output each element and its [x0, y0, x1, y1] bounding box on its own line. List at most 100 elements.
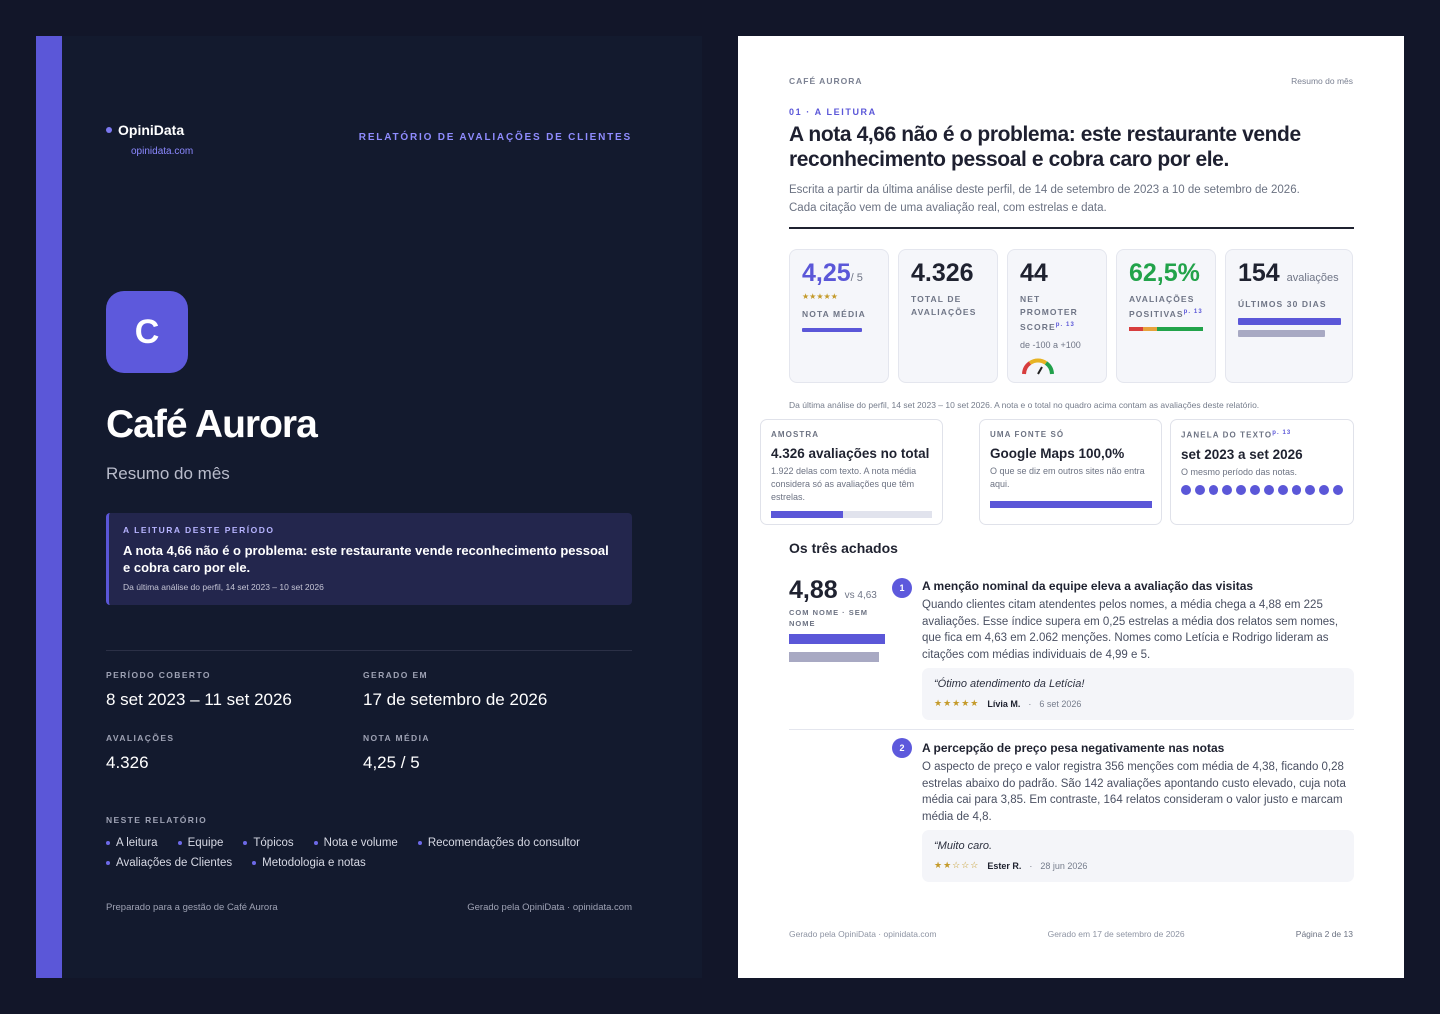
source-google: UMA FONTE SÓ Google Maps 100,0% O que se d…	[979, 419, 1162, 525]
business-logo: C	[106, 291, 188, 373]
reading-text: A nota 4,66 não é o problema: este resta…	[123, 543, 609, 575]
page-header: CAFÉ AURORA Resumo do mês	[789, 76, 1353, 86]
brand-url[interactable]: opinidata.com	[131, 146, 193, 157]
in-report-item[interactable]: A leitura	[106, 837, 158, 849]
kpi-note: Da última análise do perfil, 14 set 2023…	[789, 400, 1260, 410]
source-bar	[990, 501, 1152, 508]
source-kicker: UMA FONTE SÓ	[990, 430, 1065, 439]
page-rule	[789, 227, 1354, 229]
in-report-item[interactable]: Nota e volume	[314, 837, 398, 849]
kpi-label: TOTAL DE AVALIAÇÕES	[911, 294, 977, 317]
quote-author: Lívia M.	[987, 698, 1021, 709]
kpi-value: 4,25	[802, 259, 851, 287]
page-footer: Gerado pela OpiniData · opinidata.com Ger…	[789, 929, 1353, 939]
finding-value: 4,88	[789, 576, 838, 604]
cover-footer-left: Preparado para a gestão de Café Aurora	[106, 902, 278, 913]
finding-number-badge: 1	[892, 578, 912, 598]
source-heading: set 2023 a set 2026	[1181, 446, 1303, 462]
stat-value: 8 set 2023 – 11 set 2026	[106, 690, 292, 709]
cover-title: Café Aurora	[106, 403, 318, 446]
stat-value: 17 de setembro de 2026	[363, 690, 548, 709]
stat-period: PERÍODO COBERTO 8 set 2023 – 11 set 2026	[106, 670, 292, 710]
sentiment-bar	[1129, 326, 1203, 331]
page-header-left: CAFÉ AURORA	[789, 76, 863, 86]
in-report-item[interactable]: Recomendações do consultor	[418, 837, 580, 849]
stat-value: 4,25 / 5	[363, 753, 420, 772]
reading-kicker: A LEITURA DESTE PERÍODO	[123, 525, 275, 535]
page-title: A nota 4,66 não é o problema: este resta…	[789, 123, 1301, 171]
stat-generated: GERADO EM 17 de setembro de 2026	[363, 670, 547, 710]
page-number: Página 2 de 13	[1295, 929, 1353, 939]
kpi-bar	[802, 328, 862, 332]
stat-label: PERÍODO COBERTO	[106, 670, 211, 680]
source-heading: Google Maps 100,0%	[990, 446, 1125, 461]
cover-footer: Preparado para a gestão de Café Aurora Ge…	[106, 902, 632, 913]
stat-label: AVALIAÇÕES	[106, 733, 175, 743]
kpi-value: 44	[1020, 259, 1048, 287]
kpi-label: NOTA MÉDIA	[802, 309, 866, 319]
reading-card: A LEITURA DESTE PERÍODO A nota 4,66 não …	[106, 513, 632, 605]
brand-dot-icon	[106, 127, 112, 133]
source-desc: 1.922 delas com texto. A nota média cons…	[771, 466, 917, 502]
cover-divider	[106, 650, 632, 651]
kpi-positive: 62,5% AVALIAÇÕES POSITIVASp. 13	[1116, 249, 1216, 383]
report-kicker: RELATÓRIO DE AVALIAÇÕES DE CLIENTES	[358, 132, 632, 143]
findings-title: Os três achados	[789, 540, 898, 556]
in-report-item[interactable]: Tópicos	[243, 837, 293, 849]
source-window: JANELA DO TEXTOp. 13 set 2023 a set 2026 O…	[1170, 419, 1354, 525]
finding-separator	[789, 729, 1354, 730]
named-bar	[789, 634, 885, 644]
cover-subtitle: Resumo do mês	[106, 464, 230, 483]
quote-text: “Ótimo atendimento da Letícia!	[934, 678, 1085, 690]
page-footer-mid: Gerado em 17 de setembro de 2026	[1047, 929, 1185, 939]
brand-name: OpiniData	[118, 122, 185, 138]
stat-average: NOTA MÉDIA 4,25 / 5	[363, 733, 430, 773]
page-lede: Escrita a partir da última análise deste…	[789, 184, 1300, 214]
kpi-average: 4,25/ 5 ★★★★★ NOTA MÉDIA	[789, 249, 889, 383]
reading-meta: Da última análise do perfil, 14 set 2023…	[123, 582, 324, 592]
kpi-nps: 44 NET PROMOTER SCOREp. 13 de -100 a +100	[1007, 249, 1107, 383]
finding-number-badge: 2	[892, 738, 912, 758]
in-report-item[interactable]: Metodologia e notas	[252, 857, 366, 869]
gauge-icon	[1022, 358, 1054, 375]
finding-vs: vs 4,63	[844, 590, 877, 601]
kpi-label: ÚLTIMOS 30 DIAS	[1238, 299, 1327, 309]
in-report-item[interactable]: Avaliações de Clientes	[106, 857, 232, 869]
kpi-value: 154	[1238, 259, 1280, 287]
month-dots	[1181, 484, 1343, 495]
in-report: NESTE RELATÓRIO A leitura Equipe Tópicos…	[106, 815, 632, 869]
quote-text: “Muito caro.	[934, 840, 993, 852]
in-report-item[interactable]: Equipe	[178, 837, 224, 849]
finding-text: O aspecto de preço e valor registra 356 …	[922, 761, 1346, 823]
in-report-kicker: NESTE RELATÓRIO	[106, 815, 208, 825]
kpi-suffix: avaliações	[1286, 272, 1339, 284]
cover-footer-right: Gerado pela OpiniData · opinidata.com	[467, 902, 632, 913]
stat-label: NOTA MÉDIA	[363, 733, 430, 743]
section-kicker: 01 · A LEITURA	[789, 107, 877, 117]
source-kicker: JANELA DO TEXTO	[1181, 430, 1273, 440]
cover-accent-bar	[36, 36, 62, 978]
kpi-total: 4.326 TOTAL DE AVALIAÇÕES	[898, 249, 998, 383]
source-heading: 4.326 avaliações no total	[771, 446, 930, 461]
finding-title: A menção nominal da equipe eleva a avali…	[922, 579, 1254, 593]
sample-bar	[771, 511, 932, 518]
unnamed-bar	[789, 652, 879, 662]
stars-icon: ★★☆☆☆	[934, 860, 980, 870]
stat-value: 4.326	[106, 753, 149, 772]
stars-icon: ★★★★★	[802, 292, 838, 301]
kpi-label: AVALIAÇÕES POSITIVAS	[1129, 294, 1195, 319]
quote-date: 28 jun 2026	[1040, 860, 1088, 871]
stat-label: GERADO EM	[363, 670, 429, 680]
page-ref[interactable]: p. 13	[1184, 309, 1203, 315]
kpi-value: 62,5%	[1129, 259, 1200, 287]
finding-label: COM NOME · SEM NOME	[789, 608, 868, 628]
finding-title: A percepção de preço pesa negativamente …	[922, 741, 1225, 755]
brand: OpiniData opinidata.com	[106, 122, 193, 157]
page-footer-left: Gerado pela OpiniData · opinidata.com	[789, 929, 937, 939]
page-ref[interactable]: p. 13	[1056, 322, 1075, 328]
finding-quote: “Ótimo atendimento da Letícia! ★★★★★ Lívia…	[922, 668, 1354, 720]
quote-date: 6 set 2026	[1039, 698, 1082, 709]
page-header-right: Resumo do mês	[1291, 76, 1353, 86]
page-ref[interactable]: p. 13	[1272, 430, 1291, 436]
source-desc: O mesmo período das notas.	[1181, 466, 1298, 477]
